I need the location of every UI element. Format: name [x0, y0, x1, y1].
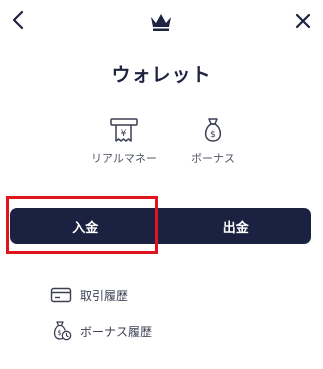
real-money-balance[interactable]: ¥ リアルマネー — [84, 116, 164, 166]
card-icon — [50, 287, 72, 303]
svg-text:$: $ — [57, 329, 61, 337]
bonus-history-link[interactable]: $ ボーナス履歴 — [50, 319, 152, 343]
chevron-left-icon[interactable] — [8, 9, 30, 31]
money-bag-icon: $ — [204, 118, 222, 142]
transaction-history-label: 取引履歴 — [80, 288, 129, 303]
withdraw-tab[interactable]: 出金 — [161, 208, 312, 244]
deposit-tab[interactable]: 入金 — [10, 208, 161, 244]
close-icon[interactable] — [292, 10, 314, 32]
real-money-label: リアルマネー — [91, 152, 157, 165]
receipt-icon: ¥ — [110, 118, 138, 142]
crown-icon — [151, 14, 171, 31]
svg-text:¥: ¥ — [121, 129, 127, 139]
bonus-history-label: ボーナス履歴 — [80, 324, 153, 339]
page-title: ウォレット — [111, 64, 212, 86]
money-bag-clock-icon: $ — [53, 321, 72, 341]
svg-text:$: $ — [210, 130, 216, 140]
transaction-history-link[interactable]: 取引履歴 — [50, 283, 128, 307]
top-bar — [0, 0, 323, 44]
deposit-withdraw-tabs: 入金 出金 — [10, 208, 311, 244]
bonus-balance[interactable]: $ ボーナス — [173, 116, 253, 166]
bonus-label: ボーナス — [191, 152, 235, 165]
